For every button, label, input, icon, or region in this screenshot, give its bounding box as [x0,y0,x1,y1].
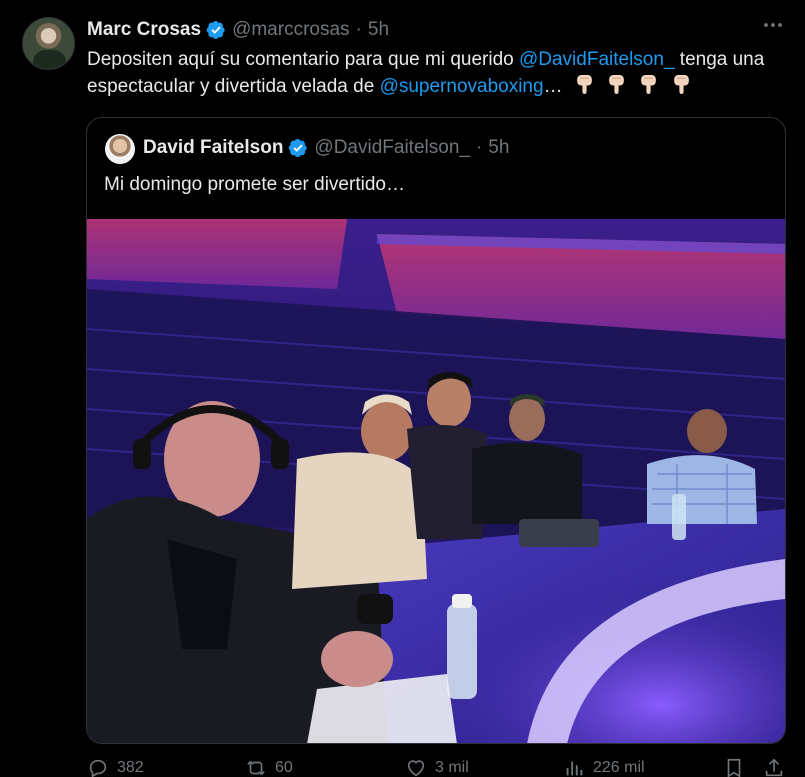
separator-dot: · [355,19,362,40]
like-count: 3 mil [435,759,469,776]
author-handle[interactable]: @marccrosas [232,19,349,41]
arena-photo [87,219,785,743]
repost-count: 60 [275,759,293,776]
author-name[interactable]: Marc Crosas [87,19,201,41]
reply-button[interactable]: 382 [87,757,144,777]
quoted-author-avatar[interactable] [105,134,135,164]
pointing-down-emoji-icon [673,75,689,94]
quoted-author-name[interactable]: David Faitelson [143,137,283,159]
pointing-down-emoji-icon [609,75,624,94]
repost-icon [247,760,265,776]
quoted-tweet-time[interactable]: 5h [488,137,509,159]
tweet-text-end: … [543,76,563,97]
views-count: 226 mil [593,759,645,776]
quoted-tweet-header: David Faitelson @DavidFaitelson_ · 5h [143,137,509,159]
repost-button[interactable]: 60 [245,757,293,777]
tweet[interactable]: Marc Crosas @marccrosas · 5h Depositen a… [0,0,805,777]
author-avatar[interactable] [22,17,75,70]
quoted-author-handle[interactable]: @DavidFaitelson_ [314,137,470,159]
mention-link-supernovaboxing[interactable]: @supernovaboxing [380,76,544,97]
separator-dot: · [475,137,483,158]
heart-icon [407,760,425,777]
pointing-down-emoji-icon [641,75,657,94]
quoted-tweet-text: Mi domingo promete ser divertido… [104,174,405,195]
verified-badge-icon [206,21,225,39]
tweet-time[interactable]: 5h [368,19,389,41]
views-button[interactable]: 226 mil [563,757,645,777]
bookmark-icon [727,758,741,777]
tweet-text: Depositen aquí su comentario para que mi… [87,46,787,100]
pointing-down-emoji-icon [577,75,592,94]
mention-link-davidfaitelson[interactable]: @DavidFaitelson_ [519,49,675,70]
share-button[interactable] [763,757,793,777]
reply-count: 382 [117,759,144,776]
action-bar: 382 60 3 mil 226 mil [87,757,787,777]
verified-badge-icon [289,139,308,157]
tweet-photo[interactable] [87,219,785,743]
quoted-tweet[interactable]: David Faitelson @DavidFaitelson_ · 5h Mi… [86,117,786,744]
more-options-icon[interactable] [759,14,787,42]
share-icon [765,758,783,777]
analytics-icon [566,761,583,776]
tweet-header: Marc Crosas @marccrosas · 5h [87,18,389,42]
like-button[interactable]: 3 mil [405,757,469,777]
bookmark-button[interactable] [723,757,753,777]
tweet-text-start: Depositen aquí su comentario para que mi… [87,49,519,70]
reply-icon [89,759,107,777]
